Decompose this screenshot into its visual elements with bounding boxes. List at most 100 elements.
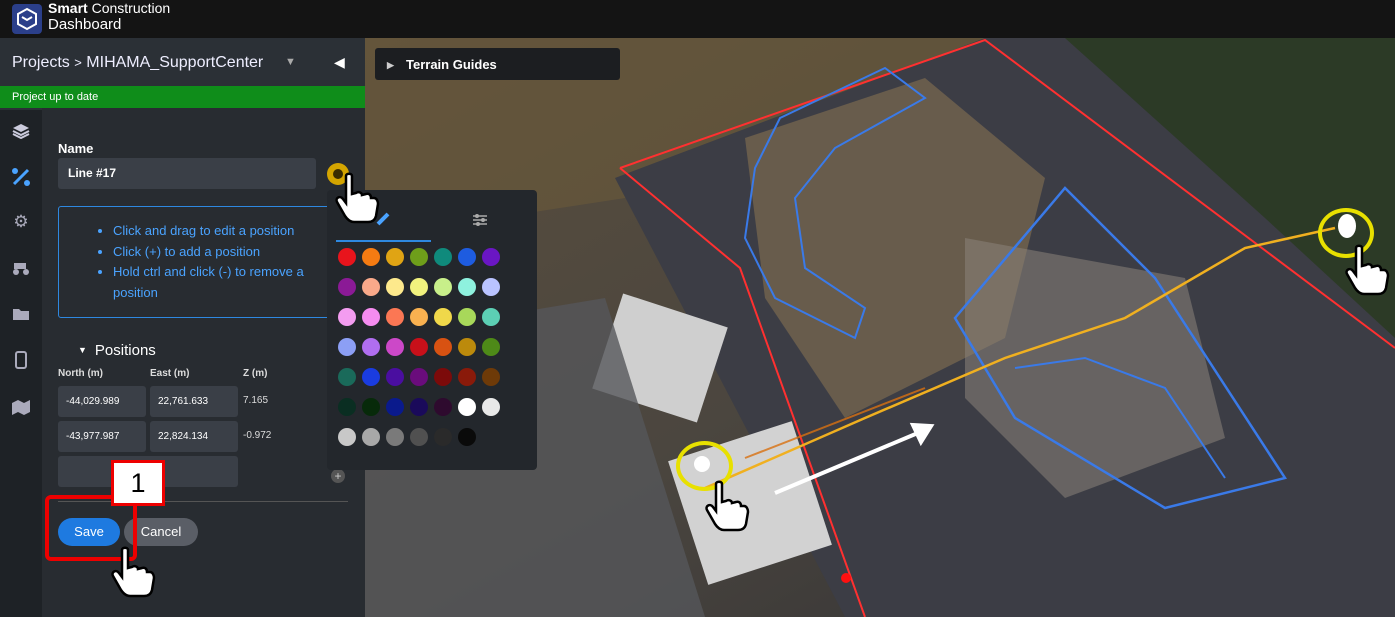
color-swatch[interactable] (386, 398, 404, 416)
color-swatch[interactable] (338, 248, 356, 266)
color-swatch[interactable] (434, 278, 452, 296)
east-input[interactable]: 22,761.633 (150, 386, 238, 417)
color-swatch[interactable] (362, 368, 380, 386)
color-swatch[interactable] (338, 338, 356, 356)
color-swatch[interactable] (434, 338, 452, 356)
hand-pointer-icon (705, 480, 750, 532)
status-bar: Project up to date (0, 86, 365, 108)
layers-icon[interactable] (0, 112, 42, 150)
color-swatch[interactable] (362, 308, 380, 326)
color-swatch[interactable] (434, 428, 452, 446)
column-header-z: Z (m) (243, 368, 268, 379)
app-title-bold: Smart (48, 0, 88, 16)
color-swatch[interactable] (338, 428, 356, 446)
color-swatch[interactable] (458, 278, 476, 296)
breadcrumb-root[interactable]: Projects (12, 54, 70, 71)
hand-pointer-icon (1345, 244, 1390, 296)
color-swatch[interactable] (482, 248, 500, 266)
color-swatch[interactable] (410, 428, 428, 446)
terrain-guides-label: Terrain Guides (406, 57, 497, 72)
color-swatch[interactable] (482, 338, 500, 356)
folder-icon[interactable] (0, 295, 42, 333)
color-swatch[interactable] (362, 398, 380, 416)
breadcrumb[interactable]: Projects > MIHAMA_SupportCenter (12, 54, 263, 72)
line-tool-icon[interactable] (0, 158, 45, 196)
color-swatch[interactable] (482, 398, 500, 416)
color-swatch[interactable] (458, 398, 476, 416)
color-swatch[interactable] (386, 248, 404, 266)
position-point[interactable] (694, 456, 710, 472)
color-swatch[interactable] (338, 278, 356, 296)
name-label: Name (58, 141, 94, 156)
color-swatch[interactable] (482, 368, 500, 386)
color-swatch[interactable] (410, 398, 428, 416)
hand-pointer-icon (335, 172, 380, 224)
color-swatch[interactable] (386, 368, 404, 386)
settings-icon[interactable]: ⚙ (0, 203, 42, 241)
z-value: -0.972 (243, 430, 272, 441)
positions-header[interactable]: ▼ Positions (78, 342, 156, 359)
column-header-east: East (m) (150, 368, 190, 379)
east-input[interactable]: 22,824.134 (150, 421, 238, 452)
terrain-guides-toggle[interactable]: ▶ Terrain Guides (375, 48, 620, 80)
mobile-icon[interactable] (0, 341, 42, 379)
app-title-line2: Dashboard (48, 16, 122, 33)
color-swatch[interactable] (338, 398, 356, 416)
z-value: 7.165 (243, 395, 269, 406)
color-swatch[interactable] (458, 368, 476, 386)
color-swatch[interactable] (410, 368, 428, 386)
app-title-light: Construction (91, 0, 171, 16)
color-swatch[interactable] (362, 278, 380, 296)
triangle-down-icon: ▼ (78, 345, 87, 355)
instructions-box: Click and drag to edit a position Click … (58, 206, 340, 318)
app-logo-icon (12, 4, 42, 34)
column-header-north: North (m) (58, 368, 103, 379)
color-swatch[interactable] (410, 248, 428, 266)
color-swatch[interactable] (410, 278, 428, 296)
positions-label: Positions (94, 342, 156, 359)
color-swatch[interactable] (458, 428, 476, 446)
pin-icon[interactable] (1338, 214, 1356, 238)
plus-icon[interactable]: + (331, 469, 345, 483)
color-swatch[interactable] (434, 398, 452, 416)
color-swatch[interactable] (338, 368, 356, 386)
instruction-item: Click (+) to add a position (113, 242, 339, 263)
tool-sidebar: ⚙ (0, 110, 45, 617)
color-swatch[interactable] (386, 278, 404, 296)
breadcrumb-separator: > (74, 55, 82, 70)
color-swatch[interactable] (386, 308, 404, 326)
color-swatch[interactable] (362, 428, 380, 446)
instruction-item: Click and drag to edit a position (113, 221, 339, 242)
collapse-icon[interactable]: ◀ (334, 54, 345, 71)
name-input[interactable]: Line #17 (58, 158, 316, 189)
color-swatch[interactable] (458, 308, 476, 326)
color-swatch[interactable] (362, 338, 380, 356)
color-swatch[interactable] (434, 368, 452, 386)
hand-pointer-icon (111, 546, 156, 598)
triangle-right-icon: ▶ (387, 60, 394, 70)
color-swatch[interactable] (362, 248, 380, 266)
color-swatch[interactable] (458, 248, 476, 266)
instruction-item: Hold ctrl and click (-) to remove a posi… (113, 262, 339, 303)
color-swatch[interactable] (482, 308, 500, 326)
map-icon[interactable] (0, 388, 42, 426)
north-input[interactable]: -44,029.989 (58, 386, 146, 417)
top-bar: Smart Construction Dashboard (0, 0, 1395, 38)
color-swatch[interactable] (434, 248, 452, 266)
color-swatch[interactable] (386, 338, 404, 356)
tab-custom[interactable] (432, 200, 527, 240)
color-swatch[interactable] (338, 308, 356, 326)
chevron-down-icon[interactable]: ▼ (285, 56, 296, 68)
color-swatch[interactable] (434, 308, 452, 326)
machine-icon[interactable] (0, 249, 42, 287)
step-callout: 1 (111, 460, 165, 506)
breadcrumb-project[interactable]: MIHAMA_SupportCenter (86, 54, 263, 71)
north-input[interactable]: -43,977.987 (58, 421, 146, 452)
sliders-icon (473, 214, 487, 226)
color-swatch[interactable] (410, 308, 428, 326)
color-swatch[interactable] (458, 338, 476, 356)
color-swatch[interactable] (410, 338, 428, 356)
color-swatch[interactable] (482, 278, 500, 296)
color-swatch[interactable] (386, 428, 404, 446)
app-title: Smart Construction Dashboard (48, 0, 170, 33)
